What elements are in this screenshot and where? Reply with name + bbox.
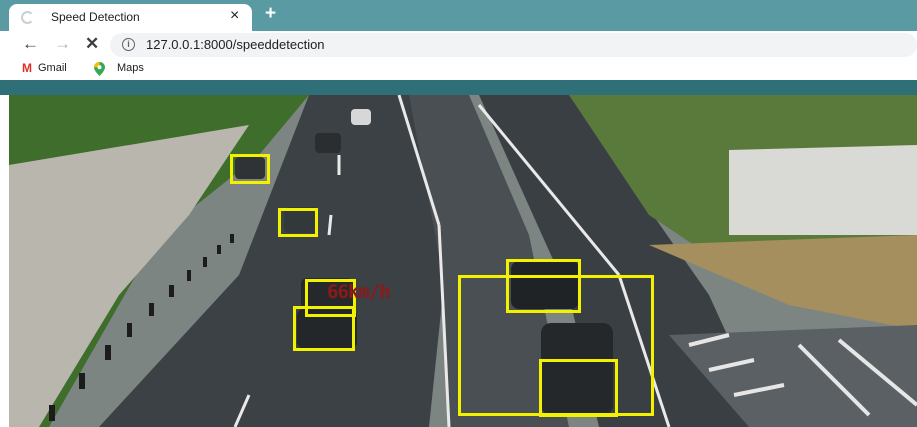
back-button[interactable]: ← [22,34,39,54]
loading-spinner-icon [21,11,34,24]
page-header-banner [0,80,917,95]
graffiti-building [729,145,917,235]
browser-chrome: Speed Detection × + ← → ✕ i 127.0.0.1:80… [0,0,917,80]
speed-label: 66km/h [327,281,391,303]
close-icon[interactable]: × [230,7,239,25]
address-bar[interactable]: i 127.0.0.1:8000/speeddetection [110,33,917,57]
maps-pin-icon [94,62,105,76]
detection-box [539,359,618,417]
detection-box [293,306,355,351]
tab-speed-detection[interactable]: Speed Detection × [9,4,252,31]
gmail-icon: M [22,61,32,75]
url-text[interactable]: 127.0.0.1:8000/speeddetection [146,37,325,52]
browser-toolbar: ← → ✕ i 127.0.0.1:8000/speeddetection [0,31,917,59]
detection-box [230,154,270,184]
forward-button[interactable]: → [54,34,71,54]
bookmark-gmail[interactable]: Gmail [38,62,67,74]
detection-box [278,208,318,237]
tab-title: Speed Detection [51,10,140,24]
stop-button[interactable]: ✕ [85,34,99,54]
new-tab-button[interactable]: + [265,3,276,25]
tab-strip: Speed Detection × + [0,0,917,31]
bookmarks-bar: M Gmail Maps [0,59,917,80]
site-info-icon[interactable]: i [122,38,135,51]
bookmark-maps[interactable]: Maps [117,62,144,74]
speed-detection-video: 66km/h [9,95,917,427]
